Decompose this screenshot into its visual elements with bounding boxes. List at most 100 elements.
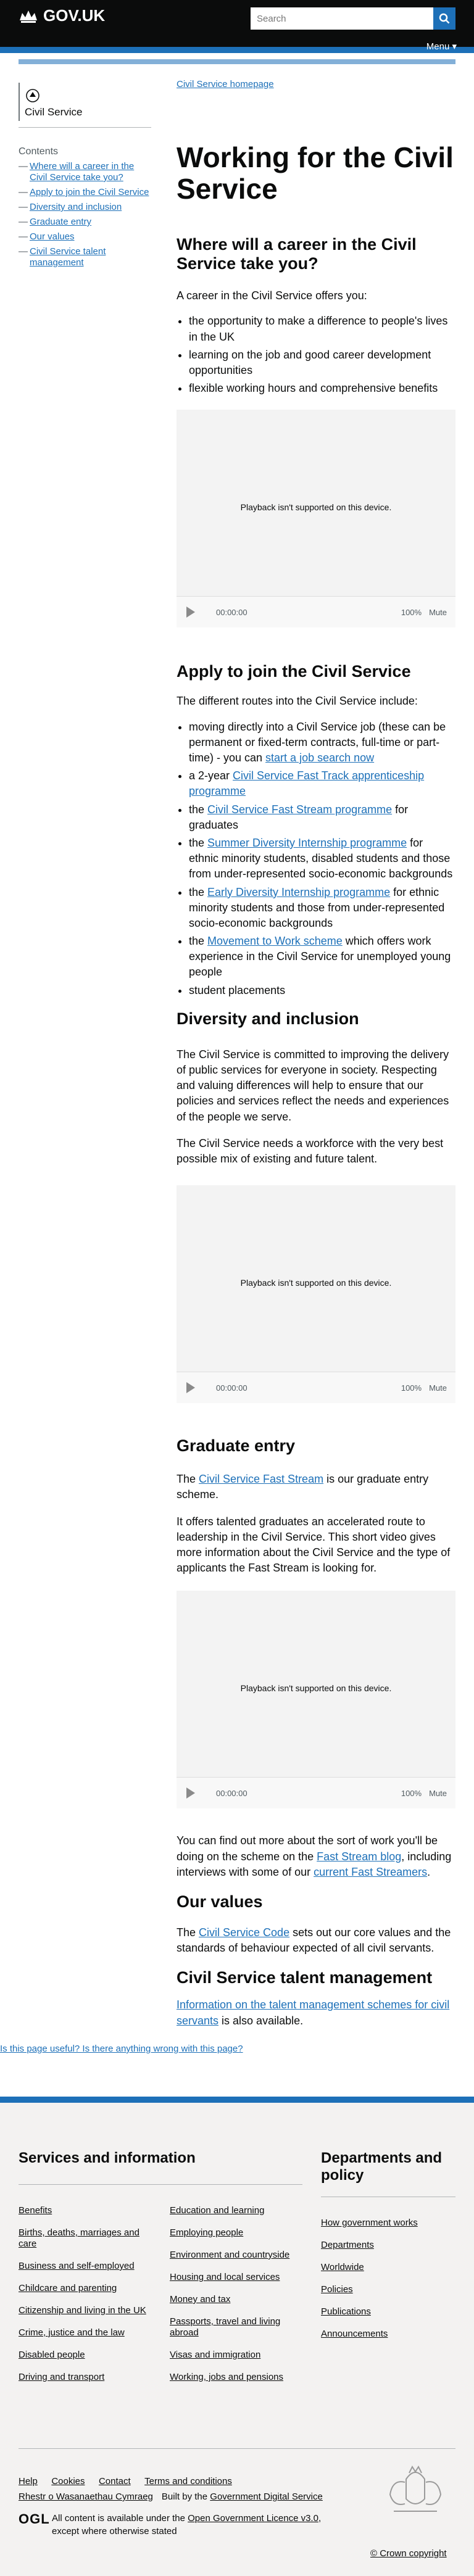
job-search-link[interactable]: start a job search now bbox=[265, 752, 374, 764]
video-time: 00:00:00 bbox=[216, 1788, 247, 1798]
video-controls: 00:00:00 100% Mute bbox=[177, 1372, 455, 1404]
footer-link[interactable]: Visas and immigration bbox=[170, 2350, 302, 2361]
footer-link[interactable]: Publications bbox=[321, 2306, 455, 2317]
royal-coat-of-arms-icon bbox=[389, 2465, 442, 2512]
video-time: 00:00:00 bbox=[216, 1383, 247, 1393]
page-title: Working for the Civil Service bbox=[177, 141, 454, 205]
fast-stream-programme-link[interactable]: Civil Service Fast Stream programme bbox=[207, 803, 392, 816]
text: . bbox=[427, 1865, 431, 1878]
mute-button[interactable]: Mute bbox=[429, 1383, 447, 1393]
footer-link[interactable]: Worldwide bbox=[321, 2262, 455, 2273]
contents-item: Civil Service talent management bbox=[19, 246, 151, 268]
header-accent-bar bbox=[19, 59, 455, 64]
contents-link-graduate[interactable]: Graduate entry bbox=[30, 217, 91, 227]
play-icon[interactable] bbox=[186, 607, 195, 618]
footer-link[interactable]: Benefits bbox=[19, 2205, 151, 2216]
play-icon[interactable] bbox=[186, 1787, 195, 1799]
fast-stream-blog-link[interactable]: Fast Stream blog bbox=[317, 1850, 401, 1863]
fast-stream-link[interactable]: Civil Service Fast Stream bbox=[199, 1473, 323, 1485]
contact-link[interactable]: Contact bbox=[99, 2476, 131, 2487]
text: The bbox=[177, 1926, 199, 1939]
early-internship-link[interactable]: Early Diversity Internship programme bbox=[207, 886, 390, 898]
section-heading-career: Where will a career in the Civil Service… bbox=[177, 235, 417, 273]
footer-links-services-2: Education and learning Employing people … bbox=[170, 2205, 302, 2394]
footer-link[interactable]: Environment and countryside bbox=[170, 2250, 302, 2261]
list-item: flexible working hours and comprehensive… bbox=[189, 381, 455, 396]
footer-link[interactable]: Childcare and parenting bbox=[19, 2283, 151, 2294]
list-item: the Early Diversity Internship programme… bbox=[189, 885, 455, 932]
summer-internship-link[interactable]: Summer Diversity Internship programme bbox=[207, 837, 407, 849]
search-button[interactable] bbox=[433, 7, 455, 30]
contents-link-talent[interactable]: Civil Service talent management bbox=[30, 246, 106, 268]
values-paragraph: The Civil Service Code sets out our core… bbox=[177, 1925, 455, 1956]
contents-link-values[interactable]: Our values bbox=[30, 231, 75, 242]
footer-link[interactable]: Passports, travel and living abroad bbox=[170, 2316, 302, 2338]
footer-meta-row-2: Rhestr o Wasanaethau Cymraeg Built by the… bbox=[19, 2490, 323, 2503]
feedback-link[interactable]: Is this page useful? Is there anything w… bbox=[0, 2044, 243, 2054]
ogl-link[interactable]: Open Government Licence v3.0 bbox=[188, 2513, 318, 2524]
footer-link[interactable]: Crime, justice and the law bbox=[19, 2327, 151, 2338]
govuk-logo[interactable]: GOV.UK bbox=[19, 6, 105, 25]
current-fast-streamers-link[interactable]: current Fast Streamers bbox=[314, 1866, 427, 1878]
video-player[interactable]: Playback isn't supported on this device.… bbox=[177, 410, 455, 628]
footer-link[interactable]: Births, deaths, marriages and care bbox=[19, 2227, 151, 2250]
contents-item: Our values bbox=[19, 231, 151, 242]
menu-label: Menu bbox=[426, 41, 450, 52]
text: is also available. bbox=[218, 2014, 304, 2027]
video-player[interactable]: Playback isn't supported on this device.… bbox=[177, 1185, 455, 1404]
volume-level[interactable]: 100% bbox=[401, 1383, 422, 1393]
built-by-text: Built by the bbox=[161, 2491, 210, 2502]
contents-item: Graduate entry bbox=[19, 217, 151, 228]
ogl-logo: OGL bbox=[19, 2511, 50, 2527]
list-item: the Summer Diversity Internship programm… bbox=[189, 835, 455, 882]
footer-link[interactable]: How government works bbox=[321, 2218, 455, 2229]
footer-link[interactable]: Business and self-employed bbox=[19, 2261, 151, 2272]
footer-link[interactable]: Policies bbox=[321, 2284, 455, 2295]
royal-crest-icon bbox=[26, 89, 40, 102]
mute-button[interactable]: Mute bbox=[429, 608, 447, 617]
welsh-services-link[interactable]: Rhestr o Wasanaethau Cymraeg bbox=[19, 2491, 153, 2502]
contents-link-diversity[interactable]: Diversity and inclusion bbox=[30, 202, 122, 212]
civil-service-code-link[interactable]: Civil Service Code bbox=[199, 1926, 289, 1939]
text: All content is available under the bbox=[52, 2513, 188, 2524]
mute-button[interactable]: Mute bbox=[429, 1789, 447, 1798]
footer-link[interactable]: Working, jobs and pensions bbox=[170, 2372, 302, 2383]
menu-button[interactable]: Menu ▾ bbox=[426, 41, 457, 52]
talent-management-link[interactable]: Information on the talent management sch… bbox=[177, 1998, 449, 2026]
volume-level[interactable]: 100% bbox=[401, 1789, 422, 1798]
apply-intro: The different routes into the Civil Serv… bbox=[177, 695, 418, 708]
gds-link[interactable]: Government Digital Service bbox=[210, 2491, 323, 2502]
footer-link[interactable]: Driving and transport bbox=[19, 2372, 151, 2383]
section-heading-graduate: Graduate entry bbox=[177, 1436, 296, 1456]
footer-link[interactable]: Education and learning bbox=[170, 2205, 302, 2216]
footer-link[interactable]: Money and tax bbox=[170, 2294, 302, 2305]
route-text: the bbox=[189, 935, 208, 948]
volume-level[interactable]: 100% bbox=[401, 608, 422, 617]
list-item: moving directly into a Civil Service job… bbox=[189, 719, 455, 766]
help-link[interactable]: Help bbox=[19, 2476, 38, 2487]
footer-link[interactable]: Citizenship and living in the UK bbox=[19, 2305, 151, 2316]
footer-link[interactable]: Employing people bbox=[170, 2227, 302, 2238]
search-input[interactable] bbox=[251, 7, 433, 30]
graduate-paragraph: You can find out more about the sort of … bbox=[177, 1833, 455, 1880]
org-logo[interactable]: Civil Service bbox=[19, 83, 151, 121]
video-player[interactable]: Playback isn't supported on this device.… bbox=[177, 1591, 455, 1809]
divider bbox=[19, 127, 151, 128]
cookies-link[interactable]: Cookies bbox=[51, 2476, 85, 2487]
terms-link[interactable]: Terms and conditions bbox=[144, 2476, 232, 2487]
footer-link[interactable]: Announcements bbox=[321, 2329, 455, 2340]
footer-link[interactable]: Disabled people bbox=[19, 2350, 151, 2361]
crown-copyright-link[interactable]: © Crown copyright bbox=[370, 2547, 447, 2560]
play-icon[interactable] bbox=[186, 1382, 195, 1394]
footer-heading-services: Services and information bbox=[19, 2150, 196, 2166]
sidebar: Civil Service Contents Where will a care… bbox=[19, 83, 151, 272]
breadcrumb-link[interactable]: Civil Service homepage bbox=[177, 79, 274, 89]
footer-meta-links: Help Cookies Contact Terms and condition… bbox=[19, 2476, 243, 2487]
section-heading-apply: Apply to join the Civil Service bbox=[177, 662, 411, 681]
movement-to-work-link[interactable]: Movement to Work scheme bbox=[207, 935, 343, 947]
contents-link-career[interactable]: Where will a career in the Civil Service… bbox=[30, 161, 134, 183]
contents-link-apply[interactable]: Apply to join the Civil Service bbox=[30, 187, 149, 197]
career-intro: A career in the Civil Service offers you… bbox=[177, 289, 367, 302]
footer-link[interactable]: Housing and local services bbox=[170, 2272, 302, 2283]
footer-link[interactable]: Departments bbox=[321, 2240, 455, 2251]
